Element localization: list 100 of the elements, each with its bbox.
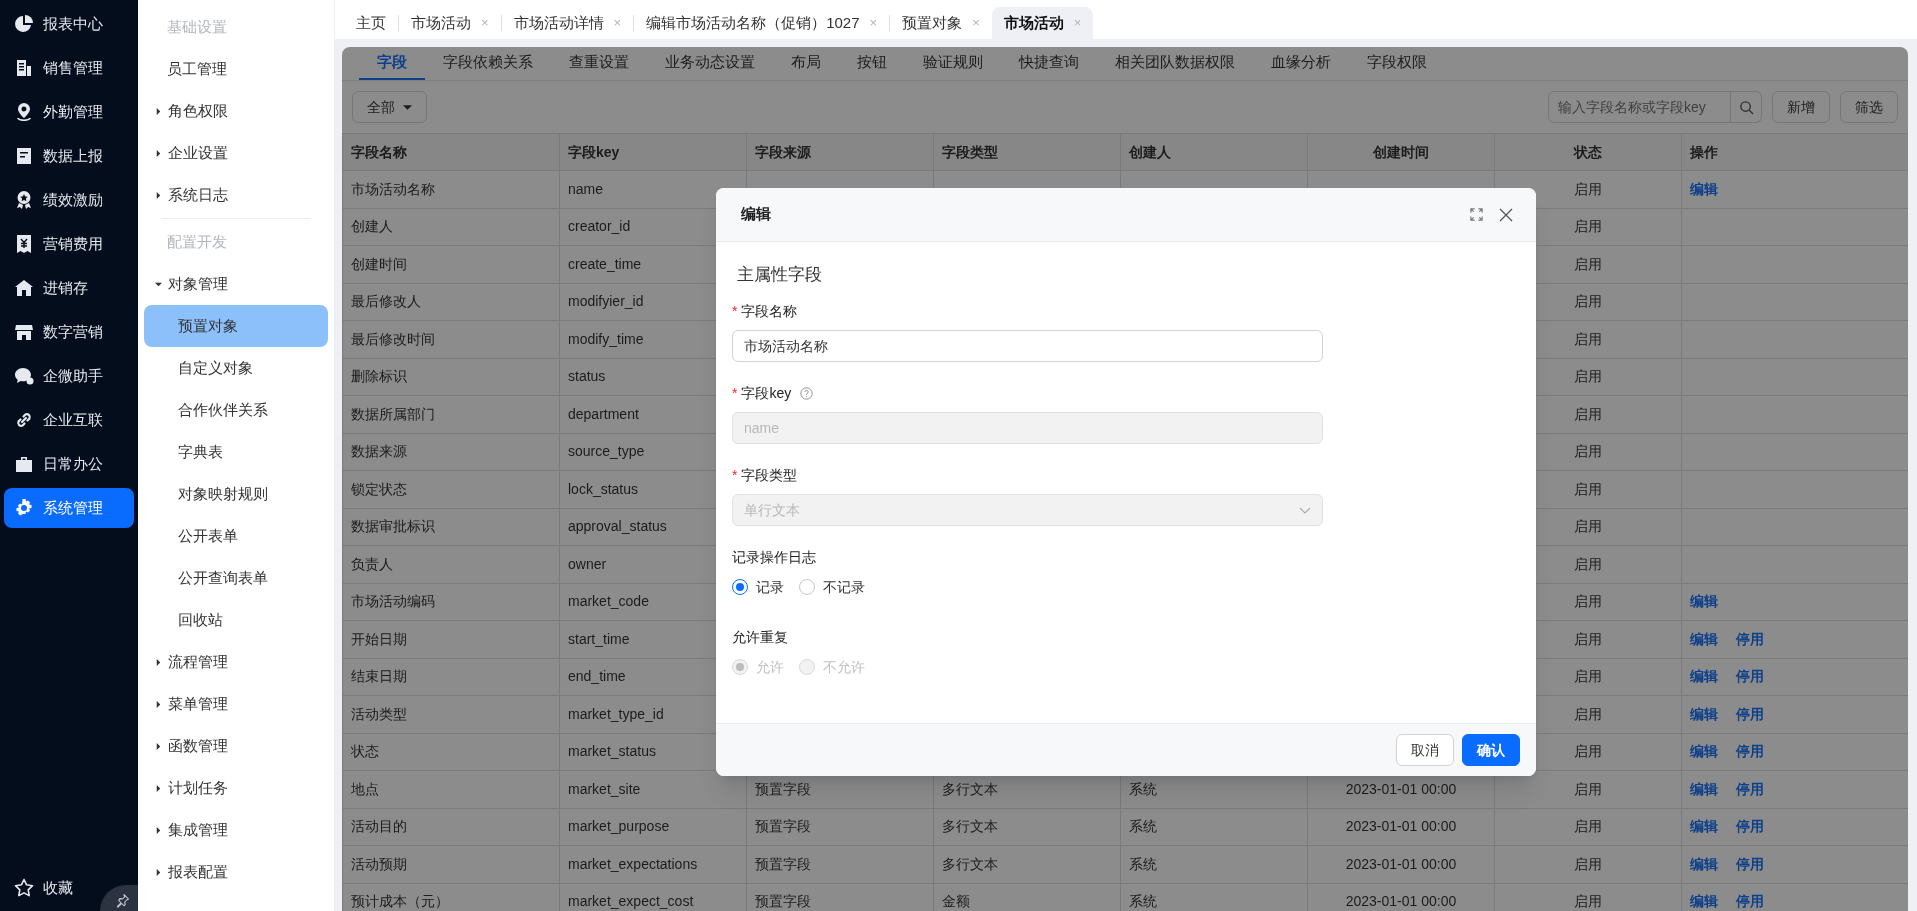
sub-tab[interactable]: 相关团队数据权限 <box>1097 47 1253 80</box>
action-link[interactable]: 停用 <box>1736 741 1764 763</box>
menu-item[interactable]: 系统日志 <box>144 174 328 216</box>
action-link[interactable]: 编辑 <box>1690 778 1718 800</box>
nav-item[interactable]: 企业互联 <box>4 400 134 440</box>
receipt-icon <box>14 234 34 254</box>
action-link[interactable]: 编辑 <box>1690 741 1718 763</box>
caret-right-icon <box>155 826 162 834</box>
action-link[interactable]: 编辑 <box>1690 853 1718 875</box>
input-field[interactable]: 市场活动名称 <box>732 330 1323 362</box>
nav-item[interactable]: 日常办公 <box>4 444 134 484</box>
sub-tab[interactable]: 字段 <box>359 47 425 80</box>
table-cell: 预置字段 <box>755 855 811 872</box>
filter-dropdown[interactable]: 全部 <box>352 91 427 123</box>
menu-item[interactable]: 集成管理 <box>144 809 328 851</box>
action-link[interactable]: 停用 <box>1736 703 1764 725</box>
collapse-button[interactable] <box>100 885 138 911</box>
table-cell: status <box>568 368 606 385</box>
menu-item[interactable]: 合作伙伴关系 <box>144 389 328 431</box>
nav-item[interactable]: 数字营销 <box>4 312 134 352</box>
nav-item[interactable]: 外勤管理 <box>4 92 134 132</box>
menu-item[interactable]: 流程管理 <box>144 641 328 683</box>
menu-item[interactable]: 公开查询表单 <box>144 557 328 599</box>
nav-item[interactable]: 销售管理 <box>4 48 134 88</box>
dialog-button[interactable]: 取消 <box>1396 734 1454 766</box>
search-field[interactable]: 输入字段名称或字段key <box>1548 91 1731 123</box>
menu-item[interactable]: 公开表单 <box>144 515 328 557</box>
nav-item[interactable]: 进销存 <box>4 268 134 308</box>
menu-item[interactable]: 报表配置 <box>144 851 328 893</box>
page-tab[interactable]: 主页 <box>344 7 398 39</box>
nav-item[interactable]: 营销费用 <box>4 224 134 264</box>
menu-item[interactable]: 对象管理 <box>144 263 328 305</box>
action-link[interactable]: 停用 <box>1736 666 1764 688</box>
menu-item[interactable]: 自定义对象 <box>144 347 328 389</box>
action-link[interactable]: 停用 <box>1736 891 1764 911</box>
action-link[interactable]: 编辑 <box>1690 703 1718 725</box>
medal-icon <box>14 190 34 210</box>
dialog-button[interactable]: 确认 <box>1462 734 1520 766</box>
menu-item[interactable]: 角色权限 <box>144 90 328 132</box>
action-link[interactable]: 停用 <box>1736 628 1764 650</box>
nav-item[interactable]: 数据上报 <box>4 136 134 176</box>
sub-tab[interactable]: 布局 <box>773 47 839 80</box>
table-cell: owner <box>568 555 607 572</box>
table-cell: 地点 <box>351 780 379 797</box>
page-tab[interactable]: 市场活动详情 × <box>501 7 634 39</box>
action-link[interactable]: 停用 <box>1736 853 1764 875</box>
menu-item[interactable]: 企业设置 <box>144 132 328 174</box>
page-tab[interactable]: 市场活动 × <box>399 7 501 39</box>
toolbar-button[interactable]: 筛选 <box>1840 91 1898 123</box>
section-title: 基础设置 <box>166 16 228 37</box>
nav-item[interactable]: 企微助手 <box>4 356 134 396</box>
action-link[interactable]: 编辑 <box>1690 591 1718 613</box>
action-link[interactable]: 编辑 <box>1690 178 1718 200</box>
menu-item[interactable]: 菜单管理 <box>144 683 328 725</box>
favorites-item[interactable]: 收藏 <box>4 875 73 901</box>
table-cell: market_status <box>568 743 656 760</box>
sub-tab[interactable]: 按钮 <box>839 47 905 80</box>
menu-item[interactable]: 预置对象 <box>144 305 328 347</box>
nav-item[interactable]: 报表中心 <box>4 4 134 44</box>
sub-tab[interactable]: 业务动态设置 <box>647 47 773 80</box>
close-icon[interactable] <box>1498 206 1514 223</box>
radio-option[interactable]: 记录 <box>732 576 784 598</box>
page-tab[interactable]: 市场活动 × <box>991 7 1094 39</box>
action-link[interactable]: 停用 <box>1736 816 1764 838</box>
sub-tab[interactable]: 验证规则 <box>905 47 1001 80</box>
table-cell: 启用 <box>1574 705 1602 722</box>
sub-tab[interactable]: 字段权限 <box>1349 47 1445 80</box>
menu-item[interactable]: 字典表 <box>144 431 328 473</box>
column-header: 字段来源 <box>755 143 811 160</box>
table-cell: name <box>568 180 604 197</box>
action-link[interactable]: 编辑 <box>1690 816 1718 838</box>
table-cell: 预计成本（元） <box>351 893 449 910</box>
action-link[interactable]: 编辑 <box>1690 628 1718 650</box>
action-link[interactable]: 编辑 <box>1690 666 1718 688</box>
table-cell: 状态 <box>351 743 379 760</box>
radio-option[interactable]: 不记录 <box>799 576 865 598</box>
caret-down-icon <box>403 102 412 112</box>
search-button[interactable] <box>1731 91 1762 123</box>
toolbar-button[interactable]: 新增 <box>1772 91 1830 123</box>
menu-item[interactable]: 对象映射规则 <box>144 473 328 515</box>
sub-tab[interactable]: 血缘分析 <box>1253 47 1349 80</box>
column-header: 创建人 <box>1129 143 1171 160</box>
menu-item[interactable]: 员工管理 <box>144 48 328 90</box>
nav-item[interactable]: 系统管理 <box>4 488 134 528</box>
sub-tab[interactable]: 查重设置 <box>551 47 647 80</box>
table-cell: 预置字段 <box>755 780 811 797</box>
menu-item[interactable]: 计划任务 <box>144 767 328 809</box>
table-cell: 启用 <box>1574 293 1602 310</box>
nav-item[interactable]: 绩效激励 <box>4 180 134 220</box>
help-icon <box>800 386 814 400</box>
menu-item[interactable]: 函数管理 <box>144 725 328 767</box>
sub-tab[interactable]: 字段依赖关系 <box>425 47 551 80</box>
sub-tab[interactable]: 快捷查询 <box>1001 47 1097 80</box>
action-link[interactable]: 编辑 <box>1690 891 1718 911</box>
page-tab[interactable]: 预置对象 × <box>890 7 992 39</box>
table-cell: 启用 <box>1574 480 1602 497</box>
page-tab[interactable]: 编辑市场活动名称（促销）1027 × <box>634 7 890 39</box>
action-link[interactable]: 停用 <box>1736 778 1764 800</box>
menu-item[interactable]: 回收站 <box>144 599 328 641</box>
expand-icon[interactable] <box>1469 207 1484 222</box>
